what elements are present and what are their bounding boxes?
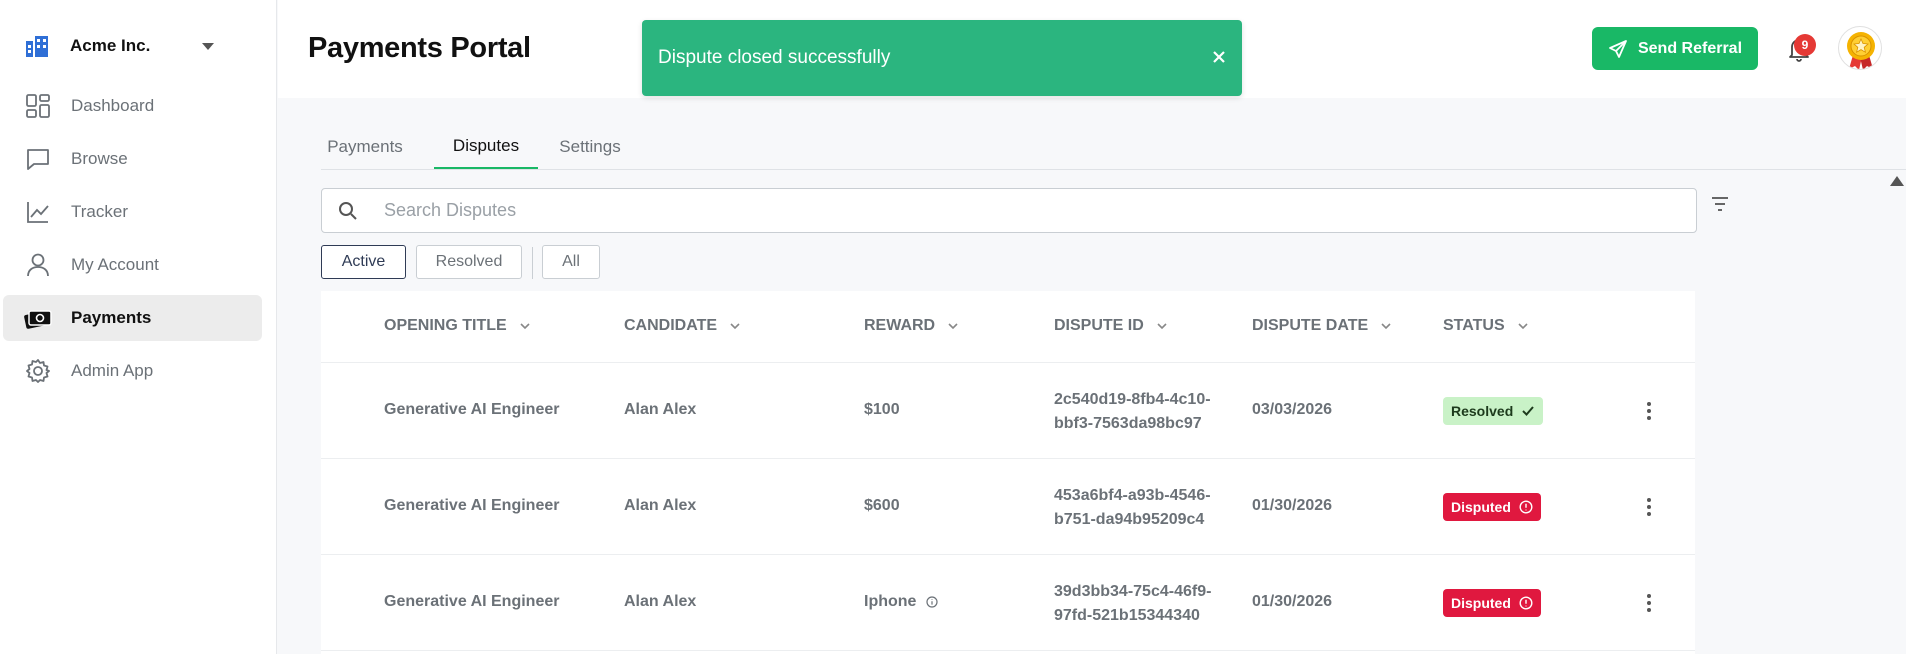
org-switcher[interactable]: Acme Inc.: [24, 30, 234, 62]
chat-icon: [24, 145, 52, 173]
row-actions-kebab-icon[interactable]: [1637, 399, 1661, 423]
tab-settings[interactable]: Settings: [549, 125, 631, 169]
search-input[interactable]: [384, 200, 1696, 221]
sidebar-item-payments[interactable]: Payments: [3, 295, 262, 341]
opening-title-cell: Generative AI Engineer: [384, 401, 560, 418]
table-row[interactable]: Generative AI Engineer Alan Alex $100 2c…: [321, 363, 1695, 459]
dispute-id-cell: 39d3bb34-75c4-46f9- 97fd-521b15344340: [1054, 583, 1212, 624]
user-icon: [24, 251, 52, 279]
reward-cell: $100: [864, 401, 900, 418]
sidebar-item-tracker[interactable]: Tracker: [3, 189, 262, 235]
caret-down-icon[interactable]: [202, 42, 214, 50]
notification-count-badge: 9: [1794, 34, 1816, 56]
check-icon: [1522, 406, 1535, 416]
tab-disputes[interactable]: Disputes: [434, 125, 538, 169]
table-row[interactable]: Generative AI Engineer Alan Alex $600 45…: [321, 459, 1695, 555]
sidebar: Acme Inc. Dashboard Browse Tracker My Ac…: [0, 0, 277, 654]
gear-icon: [24, 357, 52, 385]
avatar[interactable]: [1838, 26, 1882, 70]
dispute-date-cell: 01/30/2026: [1252, 593, 1333, 610]
sidebar-item-label: Admin App: [71, 361, 154, 380]
dispute-date-cell: 01/30/2026: [1252, 497, 1333, 514]
sidebar-item-my-account[interactable]: My Account: [3, 242, 262, 288]
column-header-dispute-date[interactable]: DISPUTE DATE: [1252, 317, 1392, 335]
row-actions-kebab-icon[interactable]: [1637, 495, 1661, 519]
toast-message: Dispute closed successfully: [658, 47, 891, 68]
sidebar-item-label: Browse: [71, 149, 128, 168]
tab-payments[interactable]: Payments: [321, 125, 409, 169]
reward-cell: $600: [864, 497, 900, 514]
success-toast: Dispute closed successfully: [642, 20, 1242, 96]
send-icon: [1609, 39, 1627, 58]
column-header-status[interactable]: STATUS: [1443, 317, 1529, 335]
page-title: Payments Portal: [308, 32, 531, 64]
scroll-up-arrow-icon[interactable]: [1890, 176, 1904, 186]
sidebar-item-label: Dashboard: [71, 96, 155, 115]
search-icon: [339, 201, 357, 220]
opening-title-cell: Generative AI Engineer: [384, 593, 560, 610]
info-icon[interactable]: [926, 596, 938, 608]
status-badge: Resolved: [1443, 397, 1544, 425]
table-header: OPENING TITLE CANDIDATE REWARD DISPUTE I…: [321, 291, 1695, 363]
status-badge: Disputed: [1443, 589, 1541, 617]
chevron-down-icon: [520, 323, 530, 330]
filter-resolved-chip[interactable]: Resolved: [416, 245, 522, 279]
chevron-down-icon: [730, 323, 740, 330]
dispute-date-cell: 03/03/2026: [1252, 401, 1333, 418]
candidate-cell: Alan Alex: [624, 593, 697, 610]
search-bar: [321, 188, 1697, 233]
chip-divider: [532, 247, 533, 279]
candidate-cell: Alan Alex: [624, 401, 697, 418]
dispute-id-cell: 453a6bf4-a93b-4546- b751-da94b95209c4: [1054, 487, 1211, 528]
row-actions-kebab-icon[interactable]: [1637, 591, 1661, 615]
alert-circle-icon: [1519, 596, 1533, 610]
column-header-opening-title[interactable]: OPENING TITLE: [384, 317, 531, 335]
filter-active-chip[interactable]: Active: [321, 245, 406, 279]
candidate-cell: Alan Alex: [624, 497, 697, 514]
send-referral-label: Send Referral: [1637, 39, 1743, 57]
table-row[interactable]: Generative AI Engineer Alan Alex Iphone …: [321, 555, 1695, 651]
disputes-table: OPENING TITLE CANDIDATE REWARD DISPUTE I…: [321, 291, 1695, 654]
tab-bar: Payments Disputes Settings: [321, 125, 1906, 170]
dashboard-icon: [24, 92, 52, 120]
close-icon[interactable]: [1208, 46, 1230, 68]
sidebar-item-label: My Account: [71, 255, 159, 274]
sidebar-item-label: Tracker: [71, 202, 128, 221]
filter-icon[interactable]: [1709, 193, 1731, 215]
chevron-down-icon: [1518, 323, 1528, 330]
chevron-down-icon: [1381, 323, 1391, 330]
status-badge: Disputed: [1443, 493, 1541, 521]
chart-icon: [24, 198, 52, 226]
chevron-down-icon: [1157, 323, 1167, 330]
column-header-reward[interactable]: REWARD: [864, 317, 959, 335]
org-name: Acme Inc.: [70, 36, 151, 55]
sidebar-item-browse[interactable]: Browse: [3, 136, 262, 182]
send-referral-button[interactable]: Send Referral: [1592, 27, 1758, 70]
sidebar-item-dashboard[interactable]: Dashboard: [3, 83, 262, 129]
payments-icon: [24, 304, 52, 332]
reward-cell: Iphone: [864, 593, 938, 611]
building-logo-icon: [26, 36, 48, 57]
alert-circle-icon: [1519, 500, 1533, 514]
chevron-down-icon: [948, 323, 958, 330]
sidebar-item-admin-app[interactable]: Admin App: [3, 348, 262, 394]
column-header-candidate[interactable]: CANDIDATE: [624, 317, 741, 335]
award-badge-icon: [1847, 32, 1875, 69]
sidebar-item-label: Payments: [71, 308, 152, 327]
filter-all-chip[interactable]: All: [542, 245, 600, 279]
sidebar-nav: Dashboard Browse Tracker My Account Paym…: [3, 83, 262, 401]
column-header-dispute-id[interactable]: DISPUTE ID: [1054, 317, 1168, 335]
dispute-id-cell: 2c540d19-8fb4-4c10- bbf3-7563da98bc97: [1054, 391, 1211, 432]
opening-title-cell: Generative AI Engineer: [384, 497, 560, 514]
